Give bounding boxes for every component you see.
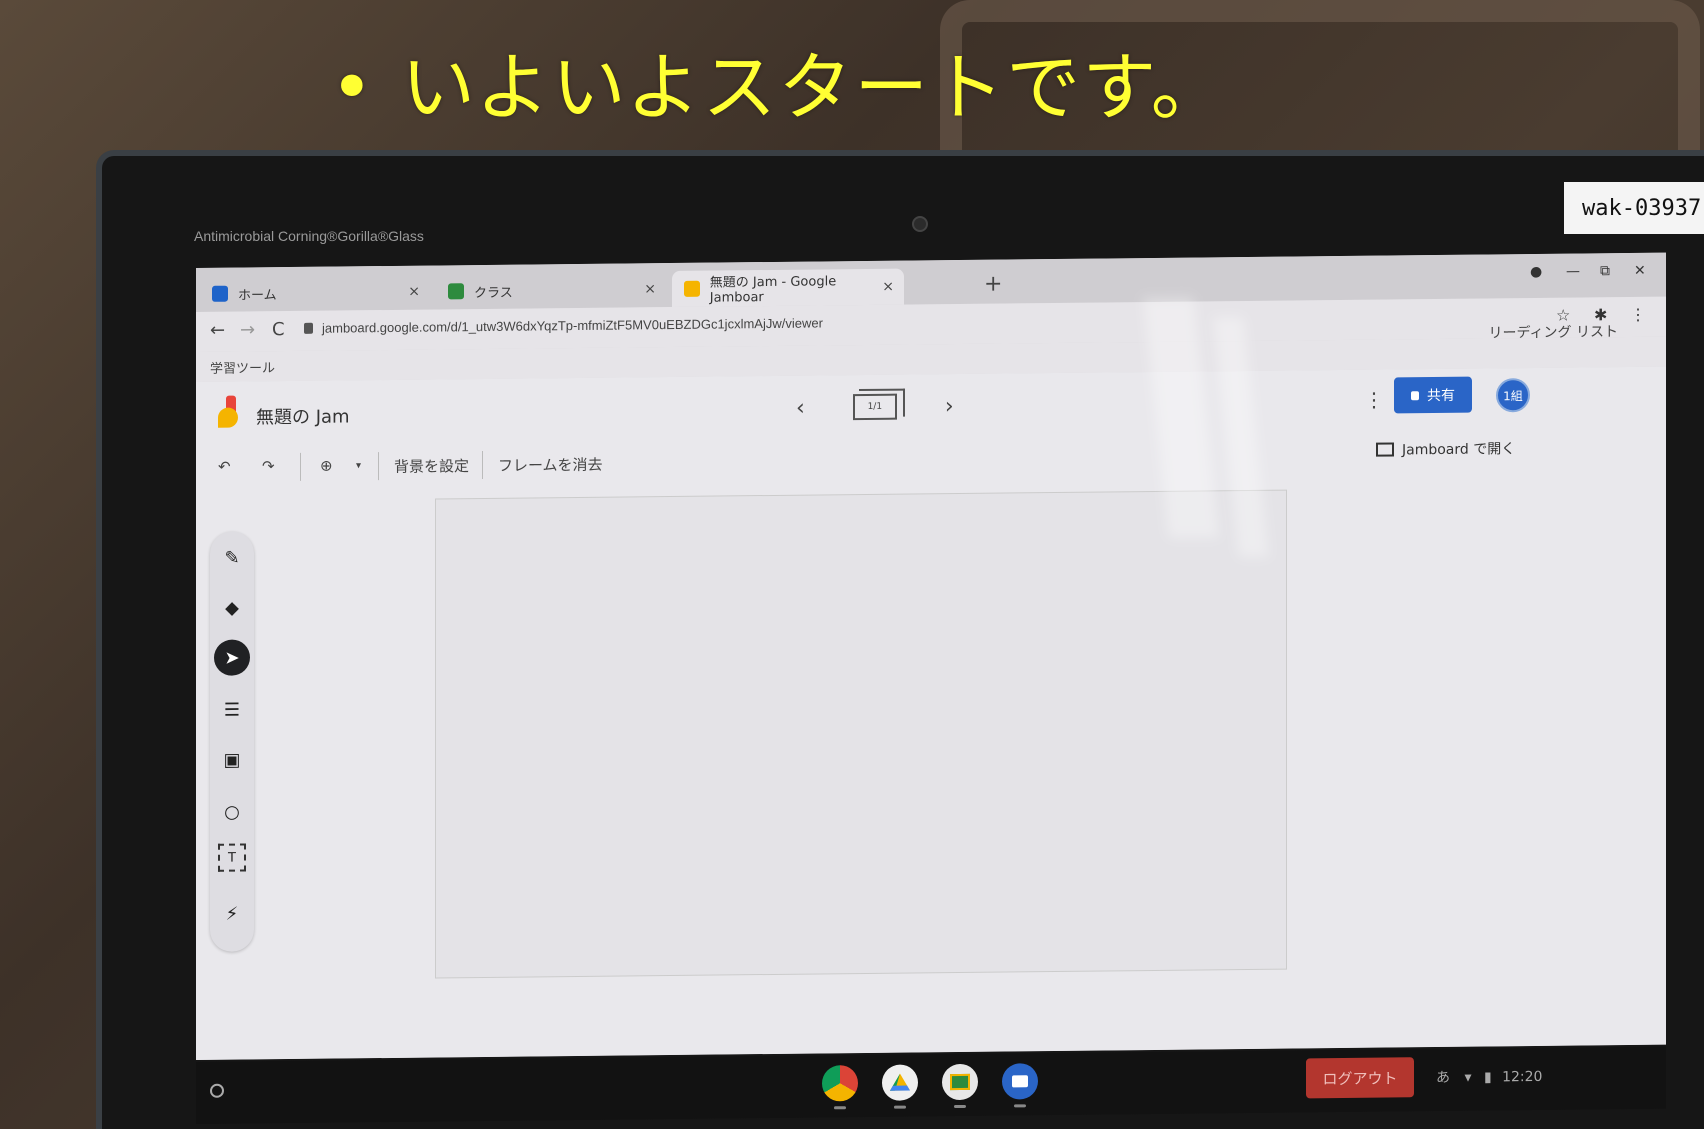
prev-frame-button[interactable]: ‹ <box>796 395 805 420</box>
jam-canvas[interactable] <box>436 490 1286 978</box>
text-box-tool[interactable]: T <box>218 843 246 872</box>
share-label: 共有 <box>1427 387 1455 405</box>
frame-indicator: 1/1 <box>867 401 883 412</box>
pen-tool[interactable]: ✎ <box>214 539 250 575</box>
undo-button[interactable]: ↶ <box>218 458 231 476</box>
tab-class[interactable]: クラス × <box>436 271 666 309</box>
chrome-app-icon[interactable] <box>822 1065 858 1102</box>
frame-bar-toggle[interactable]: 1/1 <box>852 393 897 421</box>
shape-tool[interactable]: ○ <box>214 793 250 829</box>
present-icon <box>1376 442 1394 457</box>
restore-button[interactable]: ⧉ <box>1600 263 1610 279</box>
sticky-note-tool[interactable]: ☰ <box>214 691 250 727</box>
clock: 12:20 <box>1502 1068 1543 1086</box>
eraser-tool[interactable]: ◆ <box>214 589 250 625</box>
tab-jamboard[interactable]: 無題の Jam - Google Jamboar × <box>672 268 904 308</box>
wifi-icon: ▾ <box>1464 1069 1472 1086</box>
classroom-app-icon[interactable] <box>942 1063 978 1101</box>
jamboard-app: 無題の Jam ‹ 1/1 › ⋮ 共有 1組 ↶ ↷ ⊕ ▾ 背景を設定 フレ… <box>196 366 1666 1060</box>
close-icon[interactable]: × <box>882 279 894 295</box>
lock-icon <box>1411 390 1419 400</box>
back-button[interactable]: ← <box>210 320 225 341</box>
url-field[interactable]: jamboard.google.com/d/1_utw3W6dxYqzTp-mf… <box>322 315 823 335</box>
laser-tool[interactable]: ⚡ <box>214 895 250 931</box>
frame-navigator: ‹ 1/1 › <box>796 384 954 430</box>
asset-tag-label: wak-03937 <box>1564 182 1704 234</box>
jam-title[interactable]: 無題の Jam <box>256 402 350 429</box>
close-icon[interactable]: × <box>644 281 656 297</box>
tab-label: 無題の Jam - Google Jamboar <box>709 274 837 306</box>
webcam-icon <box>912 216 928 232</box>
new-tab-button[interactable]: + <box>984 272 1002 297</box>
drive-app-icon[interactable] <box>882 1064 918 1101</box>
classroom-home-icon <box>212 285 228 302</box>
logout-button[interactable]: ログアウト <box>1306 1057 1414 1099</box>
select-tool[interactable]: ➤ <box>214 639 250 676</box>
classroom-class-icon <box>448 283 464 300</box>
toolbar-divider <box>482 450 483 480</box>
battery-icon: ▮ <box>1483 1069 1492 1086</box>
ime-indicator: あ <box>1436 1069 1450 1087</box>
share-button[interactable]: 共有 <box>1394 376 1472 414</box>
tab-label: ホーム <box>238 287 277 304</box>
clear-frame-button[interactable]: フレームを消去 <box>498 454 603 476</box>
lock-icon <box>304 322 313 334</box>
next-frame-button[interactable]: › <box>945 394 954 419</box>
account-avatar[interactable]: 1組 <box>1496 378 1530 413</box>
image-tool[interactable]: ▣ <box>214 741 250 777</box>
launcher-button[interactable] <box>210 1083 224 1098</box>
forward-button[interactable]: → <box>240 319 255 340</box>
slide-headline: • いよいよスタートです。 <box>330 45 1227 131</box>
bookmark-folder-learning-tools[interactable]: 学習ツール <box>210 357 275 377</box>
meet-app-icon[interactable] <box>1002 1063 1038 1100</box>
bezel-brand-text: Antimicrobial Corning®Gorilla®Glass <box>194 228 424 244</box>
redo-button[interactable]: ↷ <box>262 457 275 475</box>
set-background-button[interactable]: 背景を設定 <box>394 455 469 477</box>
reload-button[interactable]: C <box>272 319 285 340</box>
tab-label: クラス <box>474 285 513 301</box>
zoom-icon[interactable]: ⊕ <box>320 457 333 475</box>
toolbar-divider <box>378 452 379 481</box>
open-in-jamboard-button[interactable]: Jamboard で開く <box>1376 438 1515 459</box>
jam-toolbar: ↶ ↷ ⊕ ▾ 背景を設定 フレームを消去 Jamboard で開く <box>196 433 1666 488</box>
profile-icon[interactable]: ● <box>1530 264 1542 280</box>
jamboard-icon <box>684 280 700 297</box>
tools-sidebar: ✎ ◆ ➤ ☰ ▣ ○ T ⚡ <box>210 531 254 952</box>
status-tray[interactable]: あ ▾ ▮ 12:20 <box>1436 1066 1542 1087</box>
reading-list-button[interactable]: リーディング リスト <box>1489 321 1618 342</box>
laptop-screen: ホーム × クラス × 無題の Jam - Google Jamboar × +… <box>196 252 1666 1060</box>
browser-menu-icon[interactable]: ⋮ <box>1630 305 1646 324</box>
minimize-button[interactable]: — <box>1566 264 1580 280</box>
more-options-icon[interactable]: ⋮ <box>1364 388 1384 412</box>
close-window-button[interactable]: ✕ <box>1634 263 1646 279</box>
jamboard-logo-icon <box>218 395 242 428</box>
tab-home[interactable]: ホーム × <box>200 274 430 312</box>
toolbar-divider <box>300 452 301 481</box>
close-icon[interactable]: × <box>408 284 420 300</box>
zoom-dropdown-icon[interactable]: ▾ <box>356 460 361 471</box>
open-in-jamboard-label: Jamboard で開く <box>1402 441 1516 459</box>
